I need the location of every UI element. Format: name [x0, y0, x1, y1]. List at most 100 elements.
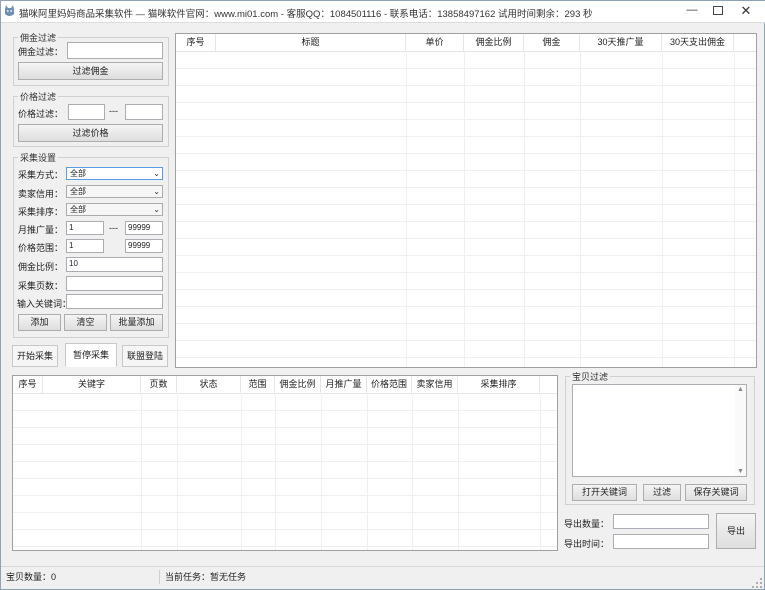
maximize-icon	[713, 6, 723, 15]
keyword-col-seller-credit[interactable]: 卖家信用	[412, 376, 458, 393]
results-col-commission[interactable]: 佣金	[524, 34, 580, 51]
tab-start-collect[interactable]: 开始采集	[12, 345, 58, 367]
grid-column-line	[367, 393, 368, 550]
export-qty-input[interactable]	[613, 514, 709, 529]
price-range-separator: ---	[109, 106, 118, 116]
grid-row-line	[176, 153, 756, 154]
commission-filter-input[interactable]	[67, 42, 163, 59]
keyword-label: 输入关键词：	[17, 299, 72, 309]
batch-add-button[interactable]: 批量添加	[110, 314, 163, 331]
export-time-label: 导出时间：	[564, 539, 610, 549]
price-max-input[interactable]	[125, 104, 163, 120]
grid-row-line	[13, 529, 557, 530]
keyword-col-price-range[interactable]: 价格范围	[367, 376, 412, 393]
keyword-col-index[interactable]: 序号	[13, 376, 43, 393]
tab-pause-collect[interactable]: 暂停采集	[65, 343, 117, 367]
grid-column-line	[458, 393, 459, 550]
item-count-value: 0	[51, 572, 57, 582]
title-bar: 猫咪阿里妈妈商品采集软件 — 猫咪软件官网：www.mi01.com - 客服Q…	[1, 1, 765, 23]
export-button[interactable]: 导出	[716, 513, 756, 549]
monthly-promo-min-input[interactable]: 1	[66, 221, 104, 235]
scroll-up-icon[interactable]: ▲	[736, 386, 745, 393]
grid-row-line	[176, 102, 756, 103]
grid-row-line	[176, 272, 756, 273]
clear-button[interactable]: 清空	[64, 314, 107, 331]
results-col-30day-commission[interactable]: 30天支出佣金	[662, 34, 734, 51]
keyword-col-collect-sort[interactable]: 采集排序	[458, 376, 540, 393]
commission-ratio-input[interactable]: 10	[66, 257, 163, 272]
grid-row-line	[13, 495, 557, 496]
price-min-input[interactable]	[68, 104, 105, 120]
close-button[interactable]: ✕	[735, 3, 757, 18]
save-keywords-button[interactable]: 保存关键词	[685, 484, 747, 501]
keyword-col-commission-ratio[interactable]: 佣金比例	[275, 376, 321, 393]
grid-row-line	[176, 306, 756, 307]
keyword-col-keyword[interactable]: 关键字	[43, 376, 141, 393]
keyword-table[interactable]: 序号 关键字 页数 状态 范围 佣金比例 月推广量 价格范围 卖家信用 采集排序	[12, 375, 558, 551]
keyword-col-monthly-promo[interactable]: 月推广量	[321, 376, 367, 393]
grid-column-line	[734, 51, 735, 367]
collect-pages-label: 采集页数：	[18, 281, 64, 291]
price-range-label: 价格范围：	[18, 243, 64, 253]
results-col-price[interactable]: 单价	[406, 34, 464, 51]
scroll-down-icon[interactable]: ▼	[736, 468, 745, 475]
window-title: 猫咪阿里妈妈商品采集软件 — 猫咪软件官网：www.mi01.com - 客服Q…	[19, 9, 593, 20]
collect-method-select[interactable]: 全部 ⌄	[66, 167, 163, 180]
collect-method-value: 全部	[70, 169, 86, 178]
commission-ratio-label: 佣金比例：	[18, 262, 64, 272]
item-filter-button[interactable]: 过滤	[643, 484, 681, 501]
status-separator	[159, 570, 160, 584]
keyword-col-pages[interactable]: 页数	[141, 376, 177, 393]
chevron-down-icon: ⌄	[153, 169, 160, 178]
price-range-max-input[interactable]: 99999	[125, 239, 163, 253]
maximize-button[interactable]	[707, 3, 729, 18]
collect-sort-select[interactable]: 全部 ⌄	[66, 203, 163, 216]
export-qty-label: 导出数量：	[564, 519, 610, 529]
monthly-promo-max-input[interactable]: 99999	[125, 221, 163, 235]
grid-column-line	[412, 393, 413, 550]
results-col-commission-ratio[interactable]: 佣金比例	[464, 34, 524, 51]
minimize-button[interactable]: —	[681, 3, 703, 18]
grid-row-line	[176, 340, 756, 341]
grid-row-line	[13, 478, 557, 479]
filter-commission-button[interactable]: 过滤佣金	[18, 62, 163, 80]
results-table-header: 序号 标题 单价 佣金比例 佣金 30天推广量 30天支出佣金	[176, 34, 756, 52]
keyword-table-header: 序号 关键字 页数 状态 范围 佣金比例 月推广量 价格范围 卖家信用 采集排序	[13, 376, 557, 394]
tab-alliance-login[interactable]: 联盟登陆	[122, 345, 168, 367]
results-table[interactable]: 序号 标题 单价 佣金比例 佣金 30天推广量 30天支出佣金	[175, 33, 757, 368]
results-col-30day-promo[interactable]: 30天推广量	[580, 34, 662, 51]
add-button[interactable]: 添加	[18, 314, 61, 331]
grid-row-line	[176, 255, 756, 256]
monthly-promo-label: 月推广量：	[18, 225, 64, 235]
price-filter-label: 价格过滤：	[18, 109, 64, 119]
grid-row-line	[176, 119, 756, 120]
grid-row-line	[13, 444, 557, 445]
results-col-index[interactable]: 序号	[176, 34, 216, 51]
grid-column-line	[524, 51, 525, 367]
chevron-down-icon: ⌄	[153, 205, 160, 214]
seller-credit-select[interactable]: 全部 ⌄	[66, 185, 163, 198]
grid-row-line	[13, 546, 557, 547]
price-range-min-input[interactable]: 1	[66, 239, 104, 253]
collect-settings-legend: 采集设置	[20, 153, 57, 163]
resize-grip-icon[interactable]	[751, 577, 763, 589]
open-keywords-button[interactable]: 打开关键词	[572, 484, 637, 501]
filter-price-button[interactable]: 过滤价格	[18, 124, 163, 142]
grid-column-line	[177, 393, 178, 550]
grid-column-line	[464, 51, 465, 367]
grid-row-line	[176, 68, 756, 69]
item-count-label: 宝贝数量：	[6, 572, 52, 582]
keyword-input[interactable]	[66, 294, 163, 309]
keyword-col-status[interactable]: 状态	[177, 376, 241, 393]
collect-pages-input[interactable]	[66, 276, 163, 291]
results-col-title[interactable]: 标题	[216, 34, 406, 51]
export-time-input[interactable]	[613, 534, 709, 549]
grid-row-line	[176, 85, 756, 86]
grid-row-line	[176, 238, 756, 239]
grid-row-line	[176, 136, 756, 137]
item-filter-textarea[interactable]: ▲ ▼	[572, 384, 747, 477]
item-filter-scrollbar[interactable]: ▲ ▼	[735, 385, 746, 476]
grid-row-line	[176, 187, 756, 188]
keyword-col-range[interactable]: 范围	[241, 376, 275, 393]
grid-row-line	[13, 410, 557, 411]
